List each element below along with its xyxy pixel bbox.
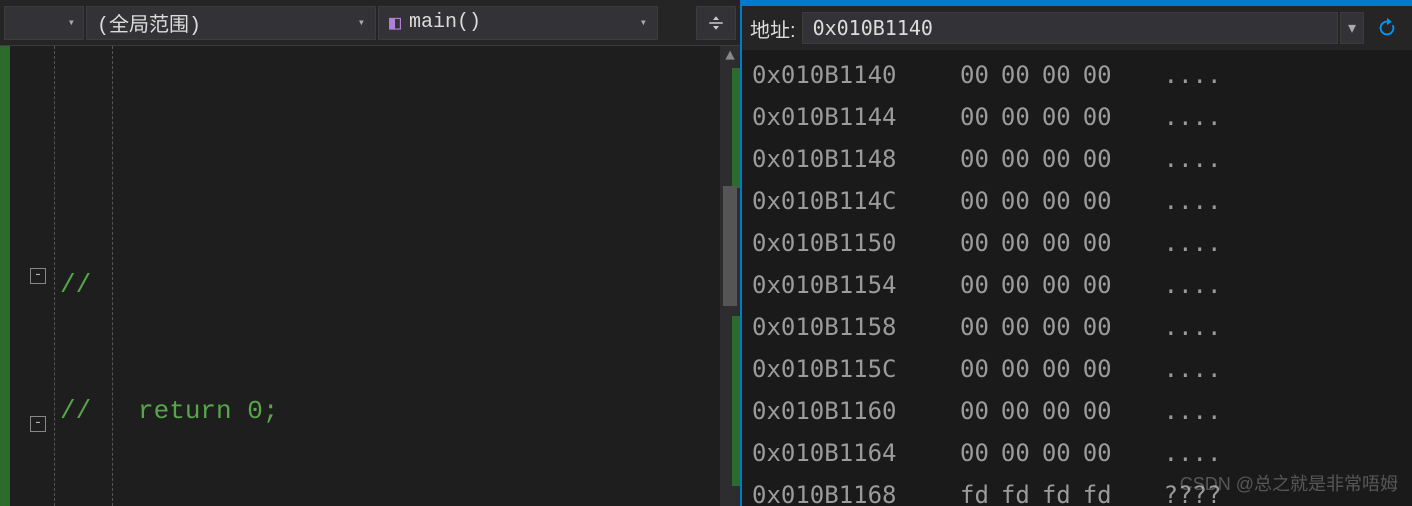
memory-body[interactable]: 0x010B1140 00000000.... 0x010B1144 00000000… (742, 50, 1412, 506)
memory-row: 0x010B1168 fdfdfdfd???? (752, 474, 1402, 506)
memory-row: 0x010B1150 00000000.... (752, 222, 1402, 264)
memory-address: 0x010B1148 (752, 138, 942, 180)
memory-ascii: .... (1164, 138, 1222, 180)
memory-hex-bytes: 00000000 (960, 222, 1124, 264)
memory-address: 0x010B1168 (752, 474, 942, 506)
memory-hex-bytes: fdfdfdfd (960, 474, 1124, 506)
memory-address: 0x010B114C (752, 180, 942, 222)
memory-hex-bytes: 00000000 (960, 180, 1124, 222)
memory-row: 0x010B1164 00000000.... (752, 432, 1402, 474)
memory-ascii: .... (1164, 390, 1222, 432)
change-marker (732, 68, 740, 188)
memory-hex-bytes: 00000000 (960, 432, 1124, 474)
memory-toolbar: 地址: ▾ (742, 6, 1412, 50)
refresh-button[interactable] (1370, 12, 1404, 44)
memory-hex-bytes: 00000000 (960, 348, 1124, 390)
editor-body: - - // // return 0; //} int main() { int… (0, 46, 740, 506)
address-label: 地址: (750, 14, 796, 43)
code-editor-pane: ▾ (全局范围) ▾ ◧ main() ▾ - - // (0, 0, 740, 506)
memory-ascii: .... (1164, 54, 1222, 96)
memory-hex-bytes: 00000000 (960, 306, 1124, 348)
function-label: main() (409, 11, 481, 34)
editor-gutter: - - (0, 46, 52, 506)
editor-toolbar: ▾ (全局范围) ▾ ◧ main() ▾ (0, 0, 740, 46)
memory-ascii: .... (1164, 432, 1222, 474)
code-text-area[interactable]: // // return 0; //} int main() { int* p … (52, 46, 720, 506)
scrollbar-thumb[interactable] (723, 186, 737, 306)
fold-toggle[interactable]: - (30, 268, 46, 284)
scope-dropdown[interactable]: (全局范围) ▾ (86, 6, 376, 40)
memory-address: 0x010B1144 (752, 96, 942, 138)
memory-address: 0x010B1164 (752, 432, 942, 474)
memory-address: 0x010B1150 (752, 222, 942, 264)
memory-row: 0x010B1144 00000000.... (752, 96, 1402, 138)
vertical-scrollbar[interactable]: ▲ (720, 46, 740, 506)
nav-back-dropdown[interactable]: ▾ (4, 6, 84, 40)
code-comment: // return 0; (60, 396, 278, 426)
address-history-dropdown[interactable]: ▾ (1340, 12, 1364, 44)
memory-hex-bytes: 00000000 (960, 138, 1124, 180)
code-comment: // (60, 270, 91, 300)
memory-address: 0x010B1158 (752, 306, 942, 348)
chevron-down-icon: ▾ (68, 15, 75, 30)
memory-ascii: ???? (1164, 474, 1222, 506)
memory-pane: 地址: ▾ 0x010B1140 00000000.... 0x010B1144 00… (740, 0, 1412, 506)
memory-ascii: .... (1164, 96, 1222, 138)
memory-row: 0x010B1154 00000000.... (752, 264, 1402, 306)
change-marker (732, 316, 740, 486)
memory-address: 0x010B1154 (752, 264, 942, 306)
memory-ascii: .... (1164, 348, 1222, 390)
memory-row: 0x010B115C 00000000.... (752, 348, 1402, 390)
address-input[interactable] (802, 12, 1338, 44)
memory-row: 0x010B1140 00000000.... (752, 54, 1402, 96)
refresh-icon (1376, 17, 1398, 39)
function-dropdown[interactable]: ◧ main() ▾ (378, 6, 658, 40)
scope-label: (全局范围) (97, 8, 201, 38)
split-horizontal-icon (707, 14, 725, 32)
memory-hex-bytes: 00000000 (960, 96, 1124, 138)
memory-row: 0x010B1148 00000000.... (752, 138, 1402, 180)
memory-address: 0x010B115C (752, 348, 942, 390)
memory-ascii: .... (1164, 306, 1222, 348)
split-view-button[interactable] (696, 6, 736, 40)
chevron-down-icon: ▾ (640, 15, 647, 30)
memory-row: 0x010B1160 00000000.... (752, 390, 1402, 432)
memory-row: 0x010B1158 00000000.... (752, 306, 1402, 348)
memory-address: 0x010B1140 (752, 54, 942, 96)
fold-toggle[interactable]: - (30, 416, 46, 432)
memory-hex-bytes: 00000000 (960, 390, 1124, 432)
memory-hex-bytes: 00000000 (960, 264, 1124, 306)
memory-address: 0x010B1160 (752, 390, 942, 432)
memory-ascii: .... (1164, 264, 1222, 306)
scroll-up-icon[interactable]: ▲ (720, 46, 740, 66)
chevron-down-icon: ▾ (358, 15, 365, 30)
chevron-down-icon: ▾ (1348, 18, 1356, 38)
memory-hex-bytes: 00000000 (960, 54, 1124, 96)
memory-row: 0x010B114C 00000000.... (752, 180, 1402, 222)
memory-ascii: .... (1164, 180, 1222, 222)
memory-ascii: .... (1164, 222, 1222, 264)
method-icon: ◧ (389, 10, 401, 36)
